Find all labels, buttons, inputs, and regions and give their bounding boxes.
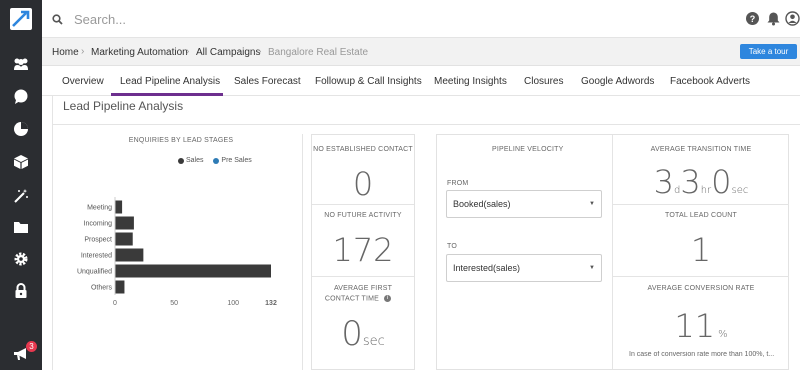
bar-prospect[interactable] [115, 232, 133, 246]
bar-others[interactable] [115, 280, 125, 294]
x-tick-label: 0 [113, 300, 117, 307]
tab-meeting-insights[interactable]: Meeting Insights [434, 76, 507, 87]
magic-wand-icon[interactable] [11, 186, 31, 206]
top-bar: ? [42, 0, 800, 38]
no-future-activity-value: 172 [332, 231, 394, 269]
avg-first-contact-value: 0sec [341, 314, 385, 354]
x-tick-label: 50 [170, 300, 178, 307]
breadcrumb-separator-icon: › [81, 46, 85, 57]
breadcrumb-separator-icon: › [258, 46, 262, 57]
category-label: Meeting [87, 205, 112, 212]
total-lead-count-label: TOTAL LEAD COUNT [665, 212, 737, 219]
tab-overview[interactable]: Overview [62, 76, 104, 87]
to-label: TO [447, 243, 457, 250]
bar-incoming[interactable] [115, 216, 134, 230]
category-label: Prospect [84, 237, 112, 244]
card-divider [312, 276, 414, 277]
no-established-contact-label: NO ESTABLISHED CONTACT [313, 146, 413, 153]
tab-closures[interactable]: Closures [524, 76, 563, 87]
no-established-contact-value: 0 [352, 165, 374, 203]
category-label: Interested [81, 253, 112, 260]
to-stage-select[interactable]: Interested(sales) ▼ [446, 254, 602, 282]
section-title: Lead Pipeline Analysis [63, 99, 184, 113]
folder-icon[interactable] [11, 217, 31, 237]
card-divider [613, 276, 789, 277]
tab-sales-forecast[interactable]: Sales Forecast [234, 76, 301, 87]
pipeline-velocity-title: PIPELINE VELOCITY [492, 146, 564, 153]
dropdown-caret-icon: ▼ [589, 265, 595, 271]
avg-first-contact-label-line1: AVERAGE FIRST [333, 285, 393, 292]
avg-first-contact-label-line2: CONTACT TIME i [307, 295, 409, 302]
section-divider [53, 124, 800, 125]
from-label: FROM [447, 180, 469, 187]
tab-lead-pipeline-analysis[interactable]: Lead Pipeline Analysis [120, 76, 220, 87]
notification-badge: 3 [26, 341, 37, 352]
sidebar: 3 [0, 0, 42, 370]
dropdown-caret-icon: ▼ [589, 201, 595, 207]
tab-facebook-adverts[interactable]: Facebook Adverts [670, 76, 750, 87]
breadcrumb-home[interactable]: Home [52, 47, 79, 58]
avg-transition-time-value: 3d3hr0sec [653, 163, 749, 201]
panel-divider [302, 134, 303, 370]
contacts-icon[interactable] [11, 54, 31, 74]
lock-icon[interactable] [11, 281, 31, 301]
breadcrumb-marketing-automation[interactable]: Marketing Automation [91, 47, 188, 58]
cube-icon[interactable] [11, 152, 31, 172]
total-lead-count-value: 1 [690, 231, 712, 269]
no-future-activity-label: NO FUTURE ACTIVITY [324, 212, 402, 219]
chat-icon[interactable] [11, 87, 31, 107]
conversion-note: In case of conversion rate more than 100… [629, 351, 775, 358]
avg-transition-time-label: AVERAGE TRANSITION TIME [650, 146, 752, 153]
category-label: Others [91, 285, 113, 292]
info-icon[interactable]: i [384, 295, 392, 302]
lead-stages-chart: ENQUIRIES BY LEAD STAGES Sales Pre Sales… [63, 134, 299, 370]
bell-icon[interactable] [766, 11, 781, 26]
search-input[interactable] [74, 6, 574, 32]
card-divider [312, 204, 414, 205]
pie-chart-icon[interactable] [11, 119, 31, 139]
avg-conversion-rate-value: 11% [674, 307, 728, 345]
breadcrumb: Home › Marketing Automation › All Campai… [42, 38, 800, 66]
x-tick-label: 132 [265, 300, 277, 307]
pipeline-velocity-card: PIPELINE VELOCITY FROM Booked(sales) ▼ TO… [436, 134, 789, 370]
bar-unqualified[interactable] [115, 264, 271, 278]
svg-text:?: ? [750, 14, 756, 24]
x-tick-label: 100 [227, 300, 239, 307]
category-label: Unqualified [77, 269, 112, 276]
user-avatar-icon[interactable] [785, 11, 800, 26]
bar-interested[interactable] [115, 248, 144, 262]
breadcrumb-separator-icon: › [186, 46, 190, 57]
breadcrumb-current: Bangalore Real Estate [268, 47, 369, 58]
help-icon[interactable]: ? [745, 11, 760, 26]
main-content: Lead Pipeline Analysis ENQUIRIES BY LEAD… [52, 96, 800, 370]
contact-stats-card: NO ESTABLISHED CONTACT 0 NO FUTURE ACTIV… [311, 134, 415, 370]
take-a-tour-button[interactable]: Take a tour [740, 44, 797, 59]
breadcrumb-all-campaigns[interactable]: All Campaigns [196, 47, 260, 58]
bar-meeting[interactable] [115, 200, 123, 214]
tab-followup-call-insights[interactable]: Followup & Call Insights [315, 76, 422, 87]
search-icon [52, 12, 63, 30]
bar-chart-svg: Meeting Incoming Prospect Interested Unquali… [77, 197, 277, 307]
avg-conversion-rate-label: AVERAGE CONVERSION RATE [647, 285, 755, 292]
category-label: Incoming [84, 221, 113, 228]
settings-icon[interactable] [11, 249, 31, 269]
card-divider [613, 204, 789, 205]
tab-bar: Overview Lead Pipeline Analysis Sales Fo… [42, 66, 800, 96]
from-stage-select[interactable]: Booked(sales) ▼ [446, 190, 602, 218]
app-logo[interactable] [10, 8, 32, 30]
tab-google-adwords[interactable]: Google Adwords [581, 76, 654, 87]
